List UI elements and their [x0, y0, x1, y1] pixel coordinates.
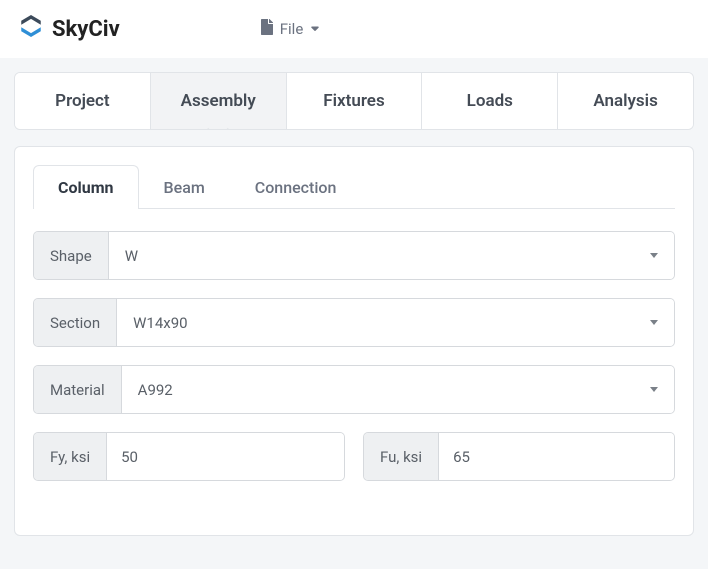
main-tabs: Project Assembly Fixtures Loads Analysis [14, 72, 694, 130]
material-field: Material A992 [33, 365, 675, 414]
material-label: Material [34, 366, 122, 413]
tab-fixtures[interactable]: Fixtures [287, 73, 423, 129]
sub-tabs: Column Beam Connection [33, 165, 675, 209]
brand-name: SkyCiv [52, 17, 120, 42]
fy-input[interactable] [107, 433, 344, 480]
fy-field: Fy, ksi [33, 432, 345, 481]
section-field: Section W14x90 [33, 298, 675, 347]
section-label: Section [34, 299, 117, 346]
topbar: SkyCiv File [0, 0, 708, 58]
shape-value: W [125, 247, 138, 265]
column-form: Shape W Section W14x90 [33, 209, 675, 517]
fu-label: Fu, ksi [364, 433, 439, 480]
material-value: A992 [138, 381, 173, 399]
brand-logo-icon [18, 13, 44, 45]
section-select[interactable]: W14x90 [117, 299, 674, 346]
shape-label: Shape [34, 232, 109, 279]
caret-down-icon [650, 320, 658, 325]
shape-field: Shape W [33, 231, 675, 280]
subtab-beam[interactable]: Beam [139, 165, 230, 209]
tab-assembly[interactable]: Assembly [151, 73, 287, 129]
fy-label: Fy, ksi [34, 433, 107, 480]
section-value: W14x90 [133, 314, 187, 332]
material-select[interactable]: A992 [122, 366, 674, 413]
tab-analysis[interactable]: Analysis [558, 73, 693, 129]
chevron-down-icon [309, 20, 321, 38]
fu-field: Fu, ksi [363, 432, 675, 481]
subtab-connection[interactable]: Connection [230, 165, 362, 209]
tab-loads[interactable]: Loads [422, 73, 558, 129]
caret-down-icon [650, 253, 658, 258]
file-icon [260, 19, 274, 39]
file-menu[interactable]: File [260, 19, 322, 39]
tab-project[interactable]: Project [15, 73, 151, 129]
fu-input[interactable] [439, 433, 674, 480]
shape-select[interactable]: W [109, 232, 674, 279]
caret-down-icon [650, 387, 658, 392]
brand: SkyCiv [18, 13, 120, 45]
assembly-panel: Column Beam Connection Shape W Section [14, 146, 694, 536]
file-menu-label: File [280, 20, 304, 38]
subtab-column[interactable]: Column [33, 165, 139, 209]
